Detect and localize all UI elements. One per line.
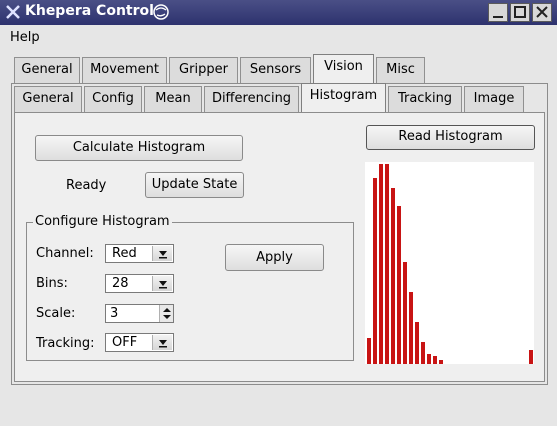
histogram-bar [385, 164, 389, 364]
subtab-differencing[interactable]: Differencing [204, 86, 299, 112]
channel-label: Channel: [36, 246, 94, 261]
histogram-chart [365, 162, 534, 364]
dropdown-arrow-icon [152, 246, 172, 261]
subtab-tracking[interactable]: Tracking [388, 86, 462, 112]
menu-help[interactable]: Help [10, 30, 40, 45]
channel-select[interactable]: Red [105, 244, 174, 263]
minimize-icon [493, 16, 503, 18]
tracking-label: Tracking: [36, 336, 95, 351]
tab-movement[interactable]: Movement [82, 57, 167, 83]
spin-arrows-icon[interactable] [159, 305, 173, 322]
maximize-icon [514, 6, 526, 18]
menu-bar: Help [0, 25, 557, 51]
x-logo-icon [6, 5, 20, 19]
globe-icon[interactable] [152, 3, 170, 21]
histogram-bar [367, 338, 371, 364]
tab-vision[interactable]: Vision [313, 54, 374, 83]
tab-misc[interactable]: Misc [376, 57, 425, 83]
minimize-button[interactable] [488, 3, 508, 22]
subtab-config[interactable]: Config [84, 86, 142, 112]
update-state-button[interactable]: Update State [145, 172, 244, 198]
scale-value: 3 [110, 306, 119, 321]
calculate-histogram-button[interactable]: Calculate Histogram [35, 135, 243, 161]
subtab-image[interactable]: Image [464, 86, 524, 112]
histogram-bar [373, 178, 377, 364]
dropdown-arrow-icon [152, 335, 172, 350]
bins-label: Bins: [36, 276, 68, 291]
histogram-bar [379, 164, 383, 364]
tab-general[interactable]: General [14, 57, 80, 83]
window-title: Khepera Control [25, 3, 154, 19]
channel-value: Red [112, 246, 137, 261]
histogram-bar [433, 356, 437, 364]
histogram-bar [421, 342, 425, 364]
close-icon [536, 6, 548, 18]
dropdown-arrow-icon [152, 276, 172, 291]
title-bar: Khepera Control [0, 0, 557, 25]
histogram-bar [403, 262, 407, 364]
histogram-bar [415, 322, 419, 364]
status-label: Ready [66, 178, 107, 193]
apply-button[interactable]: Apply [225, 244, 324, 271]
histogram-bar [529, 350, 533, 364]
tracking-value: OFF [112, 335, 138, 350]
group-title: Configure Histogram [33, 214, 172, 229]
tab-sensors[interactable]: Sensors [240, 57, 311, 83]
scale-spinbox[interactable]: 3 [105, 304, 174, 323]
subtab-mean[interactable]: Mean [144, 86, 202, 112]
histogram-bar [409, 292, 413, 364]
tab-gripper[interactable]: Gripper [169, 57, 238, 83]
maximize-button[interactable] [510, 3, 530, 22]
bins-select[interactable]: 28 [105, 274, 174, 293]
histogram-bar [439, 360, 443, 364]
scale-label: Scale: [36, 306, 76, 321]
subtab-general[interactable]: General [14, 86, 82, 112]
histogram-bar [397, 206, 401, 364]
subtab-histogram[interactable]: Histogram [301, 83, 386, 112]
close-button[interactable] [532, 3, 552, 22]
histogram-bar [391, 188, 395, 364]
read-histogram-button[interactable]: Read Histogram [366, 125, 535, 150]
bins-value: 28 [112, 276, 129, 291]
tracking-select[interactable]: OFF [105, 333, 174, 352]
histogram-bar [427, 354, 431, 364]
